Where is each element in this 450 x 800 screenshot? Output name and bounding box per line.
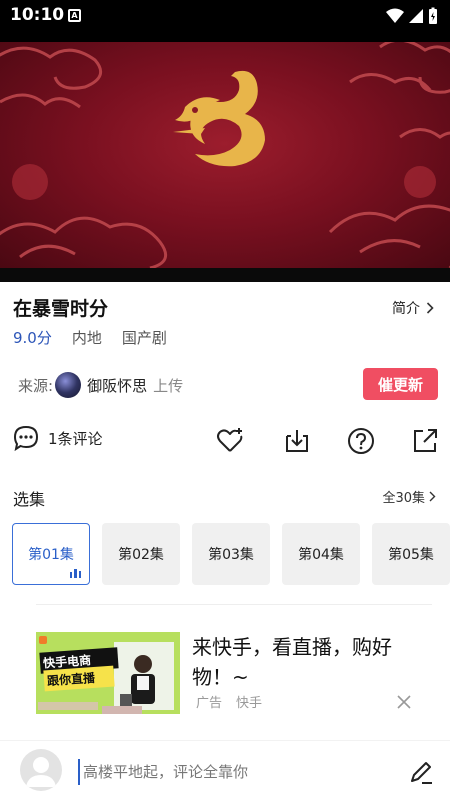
episode-label: 第02集 [118, 547, 164, 563]
playing-indicator-icon [69, 569, 81, 578]
comment-icon [13, 425, 39, 452]
wifi-icon [386, 8, 404, 23]
comment-bar: 高楼平地起，评论全靠你 [0, 740, 450, 800]
notification-app-icon: A [68, 9, 81, 22]
episode-item-05[interactable]: 第05集 [372, 523, 450, 585]
video-progress-area[interactable] [0, 268, 450, 282]
show-region: 内地 [71, 329, 102, 347]
episode-list: 第01集 第02集 第03集 第04集 第05集 [12, 523, 450, 587]
show-meta: 9.0分 内地 国产剧 [13, 327, 167, 348]
episode-item-02[interactable]: 第02集 [102, 523, 180, 585]
all-episodes-label: 全30集 [382, 491, 425, 506]
chevron-right-icon [426, 302, 434, 314]
show-genre: 国产剧 [121, 329, 167, 347]
episode-label: 第01集 [28, 547, 74, 563]
source-label: 来源: [18, 376, 54, 395]
episode-item-01[interactable]: 第01集 [12, 523, 90, 585]
ad-source: 快手 [236, 696, 263, 711]
default-avatar-icon [26, 757, 56, 787]
episode-label: 第03集 [208, 547, 254, 563]
episode-label: 第04集 [298, 547, 344, 563]
ad-footer: 广告 快手 [196, 692, 262, 711]
urge-update-button[interactable]: 催更新 [363, 368, 438, 400]
user-avatar[interactable] [20, 749, 62, 791]
intro-label: 简介 [392, 301, 420, 317]
upload-label: 上传 [153, 376, 184, 395]
video-player[interactable] [0, 32, 450, 282]
video-frame[interactable] [0, 42, 450, 268]
status-time: 10:10 [10, 5, 65, 25]
status-indicators [386, 7, 438, 25]
ad-text[interactable]: 来快手，看直播，购好物！~ [192, 632, 412, 692]
episode-item-04[interactable]: 第04集 [282, 523, 360, 585]
source-row: 来源: 御阪怀思 上传 催更新 [18, 368, 438, 402]
comment-input[interactable]: 高楼平地起，评论全靠你 [78, 759, 378, 785]
ad-card[interactable]: 快手电商 跟你直播 来快手，看直播，购好物！~ 广告 快手 [36, 630, 416, 716]
dragon-logo-icon [173, 70, 265, 167]
show-score: 9.0分 [13, 329, 52, 347]
ad-tag: 广告 [196, 696, 223, 711]
action-row: 1条评论 [12, 424, 440, 458]
signal-icon [409, 9, 423, 23]
uploader-name[interactable]: 御阪怀思 [87, 375, 147, 396]
ad-image[interactable]: 快手电商 跟你直播 [36, 632, 180, 714]
episode-item-03[interactable]: 第03集 [192, 523, 270, 585]
download-icon[interactable] [282, 426, 312, 456]
share-icon[interactable] [410, 426, 440, 456]
episodes-title: 选集 [13, 490, 46, 509]
edit-icon[interactable] [408, 759, 434, 785]
comment-count: 1条评论 [48, 429, 103, 448]
chevron-right-icon [429, 491, 436, 502]
close-icon[interactable] [396, 694, 412, 710]
battery-icon [429, 7, 437, 24]
status-bar: 10:10 A [0, 0, 450, 32]
intro-button[interactable]: 简介 [392, 298, 434, 318]
section-divider [36, 604, 432, 605]
comment-button[interactable]: 1条评论 [12, 424, 103, 452]
episode-label: 第05集 [388, 547, 434, 563]
help-icon[interactable] [346, 426, 376, 456]
show-title: 在暴雪时分 [13, 298, 109, 320]
heart-plus-icon[interactable] [215, 426, 245, 456]
all-episodes-button[interactable]: 全30集 [382, 487, 436, 506]
uploader-avatar[interactable] [55, 372, 82, 398]
